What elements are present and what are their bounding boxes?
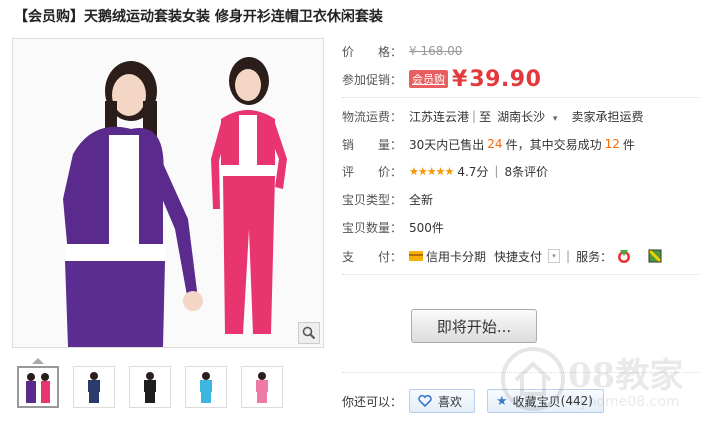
sales-label: 销 量： xyxy=(342,137,403,152)
rating-label: 评 价： xyxy=(342,164,403,179)
chevron-down-icon: ▾ xyxy=(552,113,558,124)
promo-price: 39.90 xyxy=(469,66,542,92)
type-value: 全新 xyxy=(409,192,434,207)
like-button[interactable]: 喜欢 xyxy=(409,389,475,413)
guarantee-icon[interactable] xyxy=(648,249,663,263)
credit-card-icon xyxy=(409,251,423,261)
rating-stars-icon: ★★★★★ xyxy=(409,164,454,178)
star-icon: ★ xyxy=(496,393,508,409)
heart-icon xyxy=(418,395,432,407)
divider xyxy=(342,97,700,98)
quantity-label: 宝贝数量： xyxy=(342,220,403,235)
main-product-image[interactable] xyxy=(12,38,324,348)
favorite-label: 收藏宝贝 xyxy=(512,394,561,409)
like-label: 喜欢 xyxy=(438,394,463,409)
promo-label: 参加促销： xyxy=(342,72,403,87)
rating-separator: | xyxy=(494,164,499,178)
promo-row: 参加促销： 会员购 ¥ 39.90 xyxy=(342,66,541,92)
quantity-value: 500件 xyxy=(409,220,444,235)
favorite-count: (442) xyxy=(560,394,593,408)
thumbnail-1[interactable] xyxy=(17,366,59,408)
sales-suffix: 件 xyxy=(622,137,635,152)
also-label: 你还可以： xyxy=(342,394,403,409)
thumbnail-strip xyxy=(17,366,283,408)
sales-success: 12 xyxy=(604,137,620,151)
credit-installment-link[interactable]: 信用卡分期 xyxy=(426,248,486,265)
thumbnail-4[interactable] xyxy=(185,366,227,408)
price-label: 价 格： xyxy=(342,44,403,59)
quick-pay: 快捷支付 xyxy=(494,249,543,264)
shipping-row: 物流运费： 江苏连云港 | 至 湖南长沙 ▾ 卖家承担运费 xyxy=(342,107,643,125)
payment-row: 支 付： 信用卡分期 快捷支付 ▾ | 服务： xyxy=(342,247,663,265)
rating-row: 评 价： ★★★★★ 4.7分 | 8条评价 xyxy=(342,162,548,180)
product-title: 【会员购】天鹅绒运动套装女装 修身开衫连帽卫衣休闲套装 xyxy=(14,9,383,25)
thumbnail-3[interactable] xyxy=(129,366,171,408)
thumbnail-image xyxy=(26,373,50,403)
rating-reviews-link[interactable]: 8条评价 xyxy=(504,163,548,180)
shipping-label: 物流运费： xyxy=(342,109,403,124)
promo-badge[interactable]: 会员购 xyxy=(409,70,448,88)
ship-to: 湖南长沙 xyxy=(497,109,546,124)
sales-mid: 件，其中交易成功 xyxy=(505,137,602,152)
seven-day-return-icon[interactable] xyxy=(616,248,632,264)
sales-count: 24 xyxy=(487,137,503,151)
zoom-button[interactable] xyxy=(298,322,320,344)
promo-currency: ¥ xyxy=(452,66,468,92)
ship-from: 江苏连云港 xyxy=(409,109,470,124)
thumbnail-image xyxy=(256,372,268,403)
thumbnail-5[interactable] xyxy=(241,366,283,408)
payment-separator: | xyxy=(566,249,571,263)
ship-note: 卖家承担运费 xyxy=(571,109,644,124)
magnifier-icon xyxy=(302,326,316,340)
sales-row: 销 量： 30天内已售出 24 件，其中交易成功 12 件 xyxy=(342,135,635,153)
type-label: 宝贝类型： xyxy=(342,192,403,207)
thumbnail-2[interactable] xyxy=(73,366,115,408)
thumbnail-image xyxy=(200,372,212,403)
divider xyxy=(342,372,700,373)
sales-prefix: 30天内已售出 xyxy=(409,137,485,152)
quantity-row: 宝贝数量： 500件 xyxy=(342,218,444,236)
dropdown-arrow-icon[interactable]: ▾ xyxy=(548,249,561,263)
start-button[interactable]: 即将开始... xyxy=(411,309,537,343)
rating-score: 4.7分 xyxy=(457,164,489,179)
service-label: 服务： xyxy=(576,249,613,264)
ship-to-prefix: 至 xyxy=(479,109,492,124)
favorite-button[interactable]: ★ 收藏宝贝 (442) xyxy=(487,389,604,413)
type-row: 宝贝类型： 全新 xyxy=(342,190,433,208)
payment-label: 支 付： xyxy=(342,249,403,264)
product-photo xyxy=(13,39,323,347)
ship-separator: | xyxy=(472,109,477,123)
thumbnail-image xyxy=(88,372,100,403)
thumbnail-image xyxy=(144,372,156,403)
thumbnail-pointer xyxy=(32,358,44,364)
also-label-row: 你还可以： xyxy=(342,392,402,410)
original-price: ¥ 168.00 xyxy=(409,44,463,58)
ship-to-selector[interactable]: 湖南长沙 ▾ xyxy=(497,108,557,125)
price-row: 价 格： ¥ 168.00 xyxy=(342,42,462,60)
divider xyxy=(342,274,700,275)
